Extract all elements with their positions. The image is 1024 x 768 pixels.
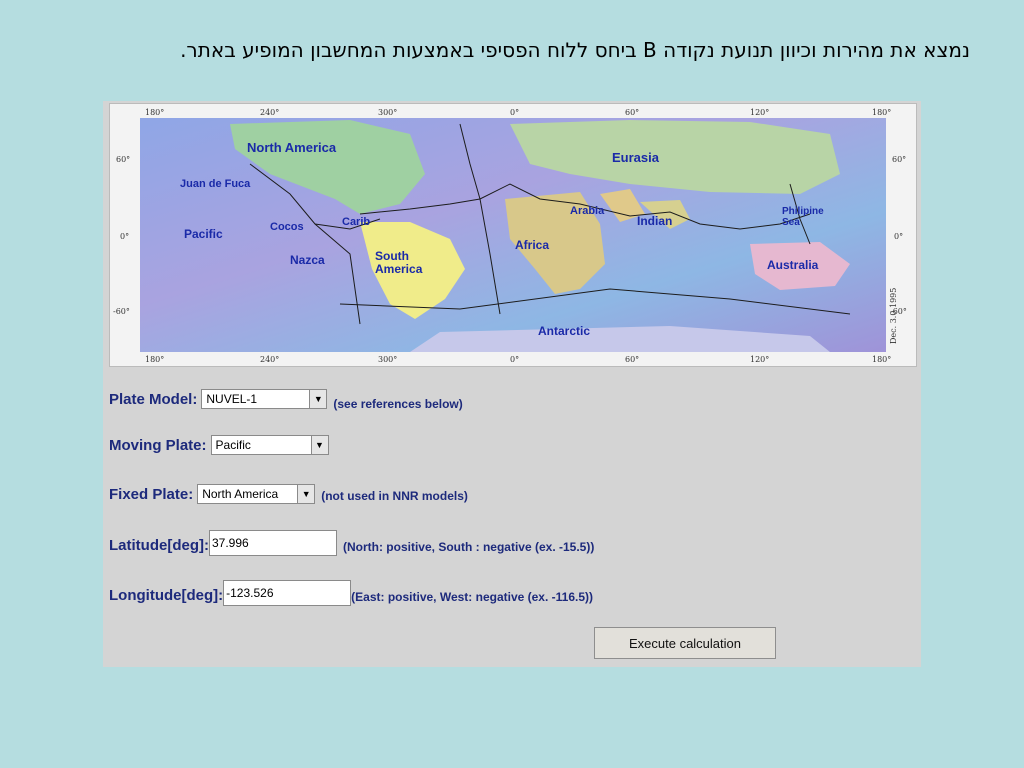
top-tick: 300°: [378, 108, 397, 117]
fixed-plate-row: Fixed Plate: North America ▼ (not used i…: [109, 484, 468, 504]
fixed-plate-label: Fixed Plate:: [109, 485, 194, 503]
plate-label-australia: Australia: [767, 258, 819, 272]
latitude-note: (North: positive, South : negative (ex. …: [342, 540, 595, 554]
moving-plate-select[interactable]: Pacific ▼: [210, 435, 329, 455]
plate-label-philippine: Philipine: [782, 206, 824, 217]
right-tick: 60°: [892, 155, 906, 164]
fixed-plate-note: (not used in NNR models): [321, 489, 468, 503]
plate-label-south-america-2: America: [375, 262, 423, 276]
plate-model-label: Plate Model:: [109, 390, 198, 408]
latitude-label: Latitude[deg]:: [109, 536, 209, 554]
plate-label-carib: Carib: [342, 216, 370, 228]
slide-title: נמצא את מהירות וכיוון תנועת נקודה B ביחס…: [180, 38, 970, 62]
top-tick: 180°: [145, 108, 164, 117]
plate-model-note: (see references below): [333, 397, 463, 411]
moving-plate-row: Moving Plate: Pacific ▼: [109, 435, 329, 455]
plate-label-indian: Indian: [637, 214, 672, 228]
longitude-row: Longitude[deg]: (East: positive, West: n…: [109, 580, 593, 606]
latitude-row: Latitude[deg]: (North: positive, South :…: [109, 530, 594, 556]
top-tick: 120°: [750, 108, 769, 117]
tectonic-plates-map: 180° 240° 300° 0° 60° 120° 180° 180° 240…: [109, 103, 917, 367]
plate-label-africa: Africa: [515, 238, 549, 252]
plate-label-philippine-sea: Sea: [782, 217, 800, 228]
bottom-tick: 180°: [145, 355, 164, 364]
plate-label-juan-de-fuca: Juan de Fuca: [180, 178, 251, 190]
plates-map-svg: 180° 240° 300° 0° 60° 120° 180° 180° 240…: [113, 108, 907, 364]
bottom-tick: 60°: [625, 355, 639, 364]
fixed-plate-select[interactable]: North America ▼: [197, 484, 316, 504]
left-tick: -60°: [113, 307, 130, 316]
plate-label-pacific: Pacific: [184, 227, 223, 241]
right-tick: 0°: [894, 232, 903, 241]
bottom-tick: 240°: [260, 355, 279, 364]
map-credit: Dec. 3.0 1995: [889, 288, 898, 344]
fixed-plate-value: North America: [202, 487, 279, 501]
top-tick: 0°: [510, 108, 519, 117]
plate-model-row: Plate Model: NUVEL-1 ▼ (see references b…: [109, 387, 463, 411]
longitude-note: (East: positive, West: negative (ex. -11…: [351, 590, 593, 604]
execute-calculation-button[interactable]: Execute calculation: [594, 627, 776, 659]
plate-model-value: NUVEL-1: [206, 392, 258, 406]
dropdown-arrow-icon[interactable]: ▼: [310, 436, 328, 454]
longitude-label: Longitude[deg]:: [109, 586, 224, 604]
bottom-tick: 180°: [872, 355, 891, 364]
plate-label-antarctic: Antarctic: [538, 324, 590, 338]
plate-label-cocos: Cocos: [270, 221, 304, 233]
dropdown-arrow-icon[interactable]: ▼: [309, 390, 327, 408]
top-tick: 240°: [260, 108, 279, 117]
left-tick: 0°: [120, 232, 129, 241]
plate-label-north-america: North America: [247, 140, 337, 155]
bottom-tick: 0°: [510, 355, 519, 364]
moving-plate-value: Pacific: [215, 438, 251, 452]
longitude-input[interactable]: [223, 580, 352, 606]
top-tick: 60°: [625, 108, 639, 117]
plate-label-nazca: Nazca: [290, 253, 325, 267]
left-tick: 60°: [116, 155, 130, 164]
plate-model-select[interactable]: NUVEL-1 ▼: [201, 389, 328, 409]
calculator-panel: 180° 240° 300° 0° 60° 120° 180° 180° 240…: [103, 101, 921, 667]
dropdown-arrow-icon[interactable]: ▼: [297, 485, 315, 503]
plate-label-arabia: Arabia: [570, 205, 605, 217]
bottom-tick: 300°: [378, 355, 397, 364]
top-tick: 180°: [872, 108, 891, 117]
moving-plate-label: Moving Plate:: [109, 436, 207, 454]
plate-label-eurasia: Eurasia: [612, 150, 660, 165]
plate-label-south-america: South: [375, 249, 409, 263]
bottom-tick: 120°: [750, 355, 769, 364]
latitude-input[interactable]: [208, 530, 337, 556]
